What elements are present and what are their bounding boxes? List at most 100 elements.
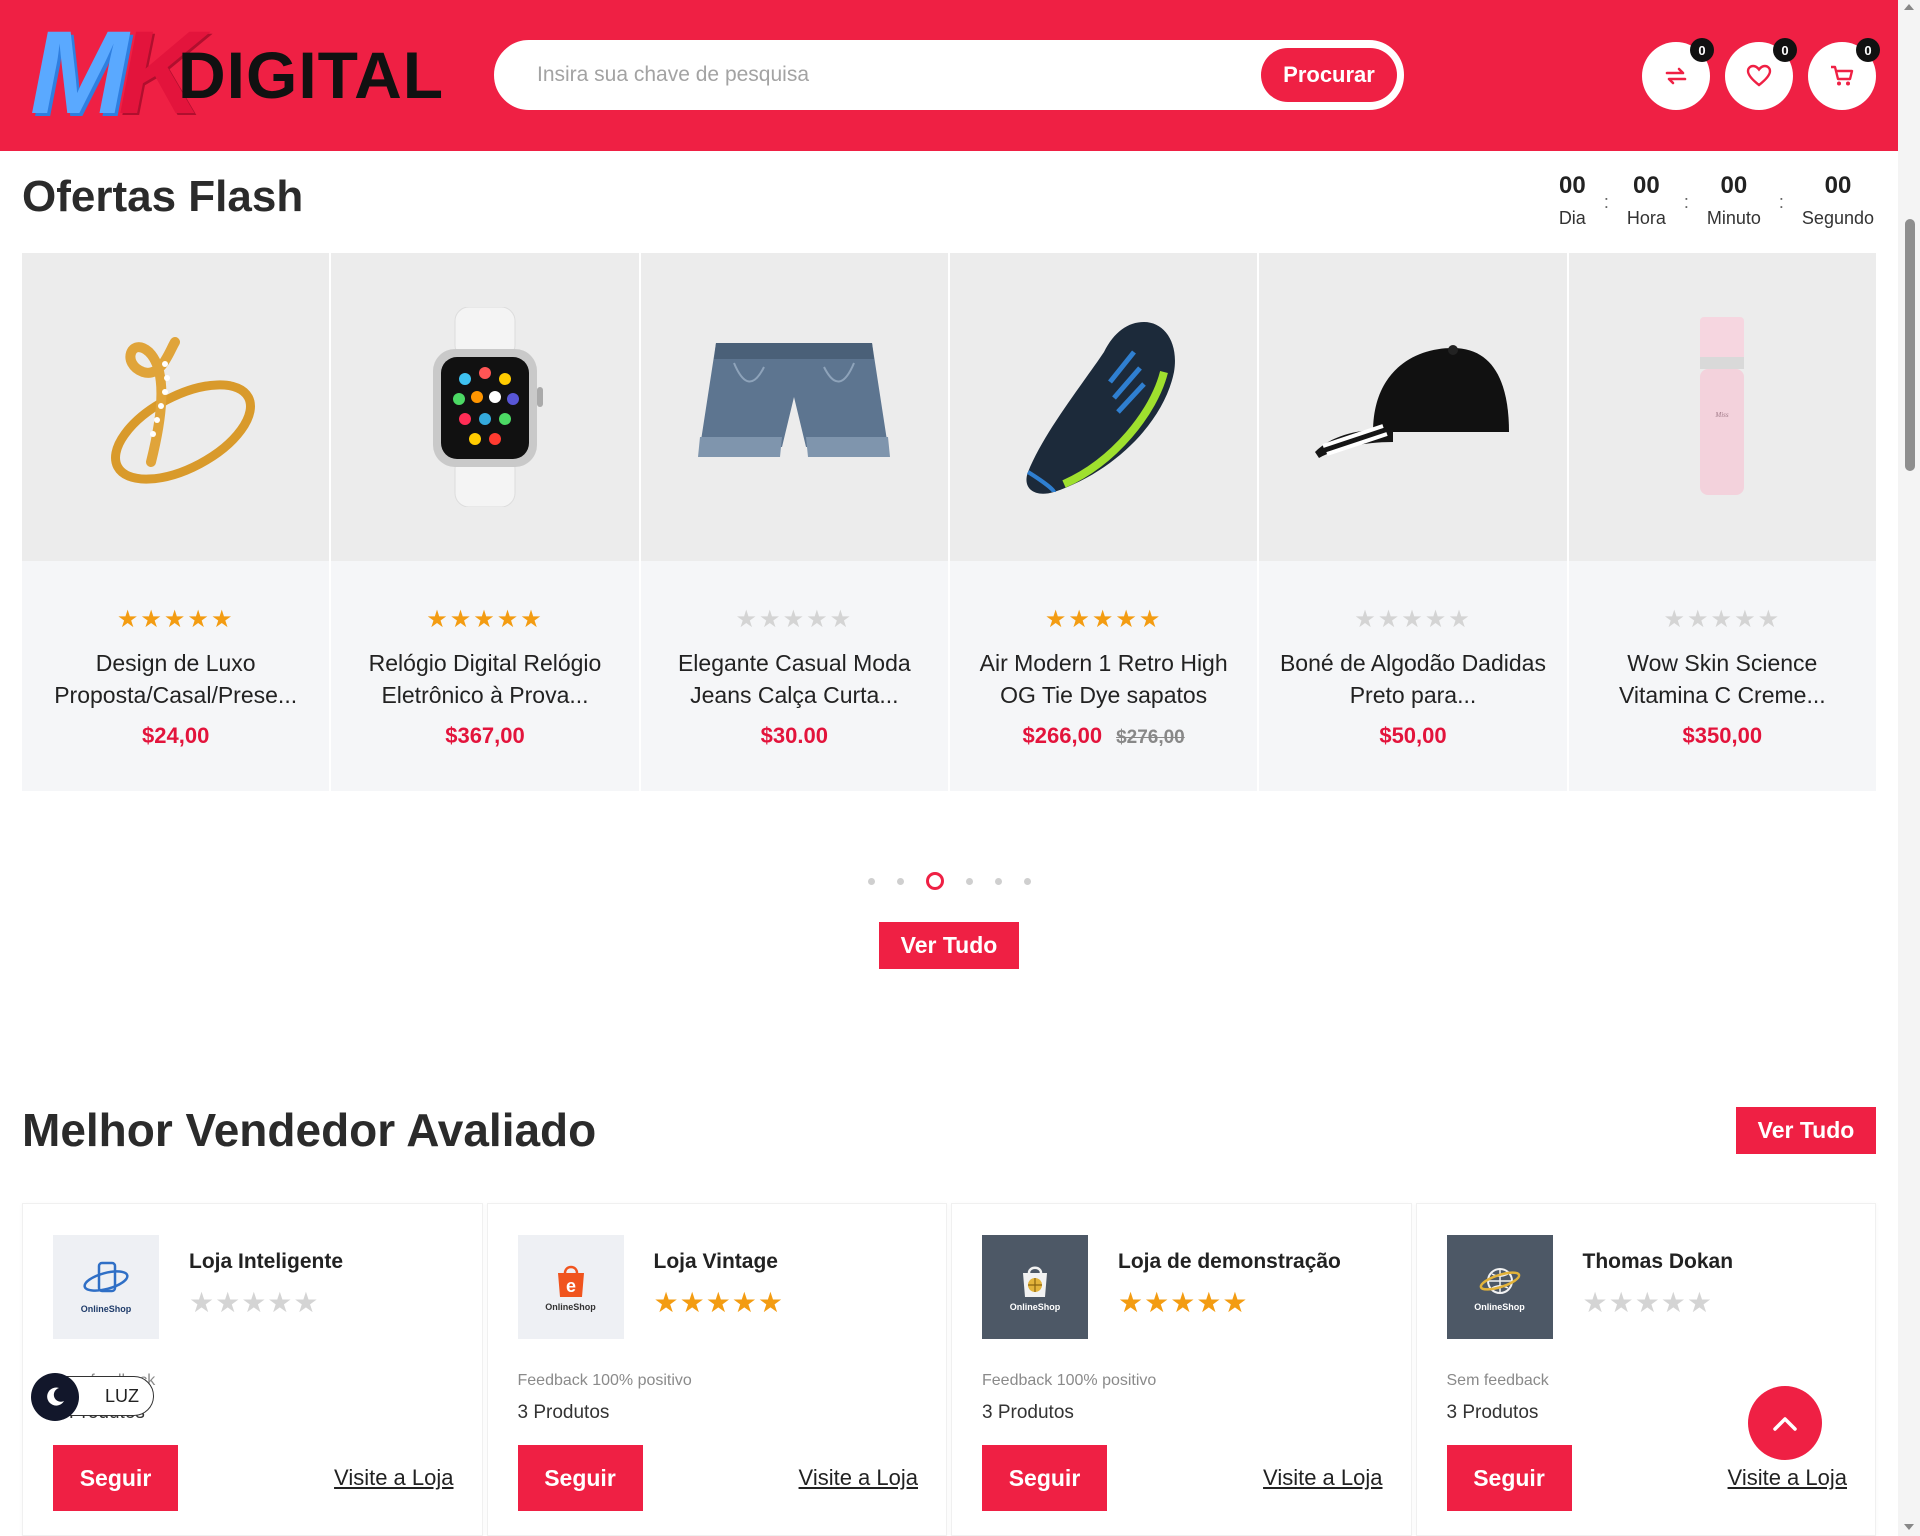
logo-mk-mark: MK bbox=[30, 7, 204, 139]
product-image[interactable] bbox=[22, 253, 330, 561]
seller-name[interactable]: Loja de demonstração bbox=[1118, 1250, 1341, 1274]
product-name[interactable]: Wow Skin Science Vitamina C Creme... bbox=[1569, 647, 1876, 711]
countdown-separator: : bbox=[1778, 192, 1784, 212]
product-rating: ★★★★★ bbox=[735, 606, 854, 633]
carousel-dot[interactable] bbox=[1023, 877, 1031, 885]
countdown-seconds: 00 Segundo bbox=[1802, 170, 1874, 229]
follow-button[interactable]: Seguir bbox=[982, 1445, 1107, 1511]
product-price-row: $266,00 $276,00 bbox=[950, 723, 1257, 749]
seller-feedback: Feedback 100% positivo bbox=[982, 1372, 1157, 1389]
countdown-days-value: 00 bbox=[1558, 172, 1586, 199]
countdown-separator: : bbox=[1683, 192, 1689, 212]
product-price: $50,00 bbox=[1379, 723, 1447, 748]
page-scrollbar[interactable] bbox=[1898, 0, 1920, 1536]
search-bar: Procurar bbox=[494, 40, 1404, 110]
countdown-hours-value: 00 bbox=[1633, 172, 1660, 199]
seller-logo[interactable]: OnlineShop bbox=[53, 1235, 159, 1339]
product-image[interactable] bbox=[1259, 253, 1567, 561]
carousel-dot[interactable] bbox=[896, 877, 904, 885]
svg-text:e: e bbox=[565, 1276, 575, 1296]
seller-logo-text: OnlineShop bbox=[80, 1303, 132, 1314]
product-card[interactable]: ★★★★★ Elegante Casual Moda Jeans Calça C… bbox=[640, 253, 948, 791]
product-name[interactable]: Design de Luxo Proposta/Casal/Prese... bbox=[22, 647, 329, 711]
product-price: $30.00 bbox=[760, 723, 828, 748]
carousel-pagination bbox=[0, 872, 1898, 890]
wishlist-count-badge: 0 bbox=[1773, 38, 1797, 62]
cream-tube-image: Miss bbox=[1700, 317, 1745, 495]
seller-logo[interactable]: OnlineShop bbox=[1446, 1235, 1553, 1339]
scroll-up-arrow-icon[interactable] bbox=[1904, 4, 1914, 10]
cart-button[interactable]: 0 bbox=[1808, 38, 1880, 110]
cart-icon bbox=[1831, 65, 1854, 86]
carousel-dot[interactable] bbox=[994, 877, 1002, 885]
product-card[interactable]: ★★★★★ Relógio Digital Relógio Eletrônico… bbox=[331, 253, 639, 791]
product-name[interactable]: Elegante Casual Moda Jeans Calça Curta..… bbox=[641, 647, 948, 711]
countdown-minutes-label: Minuto bbox=[1706, 208, 1761, 228]
visit-store-link[interactable]: Visite a Loja bbox=[334, 1465, 453, 1491]
phone-icon bbox=[83, 1261, 129, 1292]
flash-countdown: 00 Dia : 00 Hora : 00 Minuto : 00 Segund… bbox=[1559, 170, 1874, 229]
sellers-view-all-button[interactable]: Ver Tudo bbox=[1736, 1107, 1876, 1154]
seller-card: OnlineShop Loja Inteligente ★★★★★ Sem fe… bbox=[22, 1203, 483, 1536]
product-image[interactable] bbox=[949, 253, 1258, 561]
product-image[interactable] bbox=[331, 253, 639, 561]
carousel-dot[interactable] bbox=[965, 877, 973, 885]
product-price-row: $24,00 bbox=[22, 723, 329, 749]
seller-logo[interactable]: e OnlineShop bbox=[517, 1235, 624, 1339]
scrollbar-thumb[interactable] bbox=[1905, 219, 1915, 471]
seller-card: e OnlineShop Loja Vintage ★★★★★ Feedback… bbox=[486, 1203, 947, 1536]
moon-icon bbox=[31, 1373, 79, 1421]
visit-store-link[interactable]: Visite a Loja bbox=[799, 1465, 918, 1491]
carousel-dot[interactable] bbox=[867, 877, 875, 885]
product-price-row: $367,00 bbox=[331, 723, 638, 749]
visit-store-link[interactable]: Visite a Loja bbox=[1263, 1465, 1382, 1491]
product-price-row: $30.00 bbox=[641, 723, 948, 749]
scroll-down-arrow-icon[interactable] bbox=[1904, 1524, 1914, 1530]
bag-globe-icon bbox=[1023, 1266, 1047, 1297]
follow-button[interactable]: Seguir bbox=[517, 1445, 643, 1511]
seller-name[interactable]: Loja Inteligente bbox=[189, 1250, 343, 1274]
product-card[interactable]: ★★★★★ Air Modern 1 Retro High OG Tie Dye… bbox=[949, 253, 1258, 791]
product-old-price: $276,00 bbox=[1116, 727, 1185, 748]
product-card[interactable]: Miss ★★★★★ Wow Skin Science Vitamina C C… bbox=[1568, 253, 1876, 791]
seller-logo[interactable]: OnlineShop bbox=[982, 1235, 1088, 1339]
countdown-minutes-value: 00 bbox=[1720, 172, 1748, 199]
back-to-top-button[interactable] bbox=[1748, 1386, 1822, 1460]
wishlist-button[interactable]: 0 bbox=[1725, 38, 1797, 110]
flash-view-all-button[interactable]: Ver Tudo bbox=[879, 922, 1019, 969]
heart-icon bbox=[1746, 64, 1772, 87]
flash-products-carousel: ★★★★★ Design de Luxo Proposta/Casal/Pres… bbox=[22, 253, 1876, 791]
product-name[interactable]: Boné de Algodão Dadidas Preto para... bbox=[1259, 647, 1566, 711]
sneaker-image bbox=[1026, 322, 1175, 494]
product-price: $367,00 bbox=[445, 723, 525, 748]
product-name[interactable]: Relógio Digital Relógio Eletrônico à Pro… bbox=[331, 647, 638, 711]
seller-name[interactable]: Thomas Dokan bbox=[1583, 1250, 1734, 1274]
seller-card: OnlineShop Loja de demonstração ★★★★★ Fe… bbox=[951, 1203, 1412, 1536]
cap-image bbox=[1314, 345, 1509, 458]
product-image[interactable] bbox=[640, 253, 948, 561]
product-price: $266,00 bbox=[1022, 723, 1103, 748]
shopping-bag-icon: e bbox=[557, 1265, 584, 1297]
seller-feedback: Feedback 100% positivo bbox=[517, 1372, 692, 1389]
theme-toggle[interactable]: LUZ bbox=[31, 1373, 154, 1421]
logo-text: DIGITAL bbox=[178, 38, 445, 112]
compare-button[interactable]: 0 bbox=[1642, 38, 1714, 110]
product-card[interactable]: ★★★★★ Boné de Algodão Dadidas Preto para… bbox=[1259, 253, 1567, 791]
countdown-seconds-value: 00 bbox=[1824, 172, 1852, 199]
product-name[interactable]: Air Modern 1 Retro High OG Tie Dye sapat… bbox=[950, 647, 1257, 711]
follow-button[interactable]: Seguir bbox=[1446, 1445, 1572, 1511]
countdown-separator: : bbox=[1603, 192, 1609, 212]
search-button[interactable]: Procurar bbox=[1261, 48, 1397, 102]
seller-logo-text: OnlineShop bbox=[1009, 1301, 1061, 1312]
product-rating: ★★★★★ bbox=[116, 606, 235, 633]
carousel-dot-active[interactable] bbox=[925, 872, 944, 890]
top-sellers-title: Melhor Vendedor Avaliado bbox=[22, 1104, 597, 1156]
seller-card: OnlineShop Thomas Dokan ★★★★★ Sem feedba… bbox=[1415, 1203, 1876, 1536]
product-card[interactable]: ★★★★★ Design de Luxo Proposta/Casal/Pres… bbox=[22, 253, 330, 791]
product-image[interactable]: Miss bbox=[1568, 253, 1876, 561]
visit-store-link[interactable]: Visite a Loja bbox=[1728, 1465, 1847, 1491]
search-input[interactable] bbox=[537, 43, 1237, 107]
site-logo[interactable]: MK DIGITAL bbox=[30, 7, 450, 139]
follow-button[interactable]: Seguir bbox=[53, 1445, 178, 1511]
seller-name[interactable]: Loja Vintage bbox=[654, 1250, 778, 1274]
